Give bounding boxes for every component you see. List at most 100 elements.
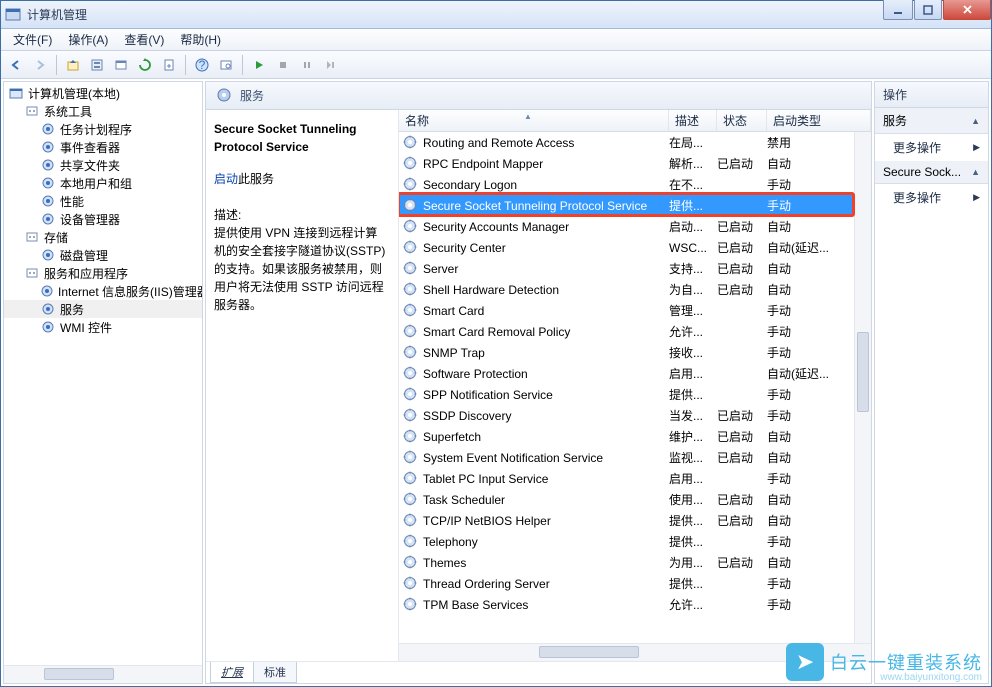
service-row[interactable]: Server支持...已启动自动: [399, 258, 871, 279]
action-more-1[interactable]: 更多操作 ▶: [875, 134, 988, 161]
service-row[interactable]: SPP Notification Service提供...手动: [399, 384, 871, 405]
service-row[interactable]: Security CenterWSC...已启动自动(延迟...: [399, 237, 871, 258]
tree-item[interactable]: 磁盘管理: [4, 246, 202, 264]
tree-item[interactable]: 任务计划程序: [4, 120, 202, 138]
desc-text: 提供使用 VPN 连接到远程计算机的安全套接字隧道协议(SSTP)的支持。如果该…: [214, 224, 388, 314]
service-row[interactable]: Routing and Remote Access在局...禁用: [399, 132, 871, 153]
titlebar[interactable]: 计算机管理: [1, 1, 991, 29]
tree-item[interactable]: 本地用户和组: [4, 174, 202, 192]
tree[interactable]: 计算机管理(本地)系统工具任务计划程序事件查看器共享文件夹本地用户和组性能设备管…: [4, 82, 202, 665]
service-name: Smart Card: [423, 304, 669, 318]
service-row[interactable]: Secure Socket Tunneling Protocol Service…: [399, 195, 871, 216]
menu-help[interactable]: 帮助(H): [172, 28, 229, 51]
col-desc[interactable]: 描述: [669, 110, 717, 131]
close-button[interactable]: [943, 0, 991, 20]
service-status: 已启动: [717, 449, 767, 466]
properties-button[interactable]: [86, 54, 108, 76]
start-link[interactable]: 启动: [214, 172, 238, 186]
console-button[interactable]: [110, 54, 132, 76]
tree-item[interactable]: WMI 控件: [4, 318, 202, 336]
service-name: Routing and Remote Access: [423, 136, 669, 150]
tree-item[interactable]: 设备管理器: [4, 210, 202, 228]
find-button[interactable]: [215, 54, 237, 76]
service-desc: 提供...: [669, 533, 717, 550]
menu-view[interactable]: 查看(V): [116, 28, 172, 51]
service-row[interactable]: Themes为用...已启动自动: [399, 552, 871, 573]
tree-icon: [24, 103, 40, 119]
forward-button[interactable]: [29, 54, 51, 76]
restart-service-button[interactable]: [320, 54, 342, 76]
service-name: Shell Hardware Detection: [423, 283, 669, 297]
action-more-2[interactable]: 更多操作 ▶: [875, 184, 988, 211]
service-row[interactable]: RPC Endpoint Mapper解析...已启动自动: [399, 153, 871, 174]
tree-group[interactable]: 存储: [4, 228, 202, 246]
tree-item[interactable]: Internet 信息服务(IIS)管理器: [4, 282, 202, 300]
maximize-button[interactable]: [914, 0, 942, 20]
service-desc: WSC...: [669, 241, 717, 255]
service-row[interactable]: Thread Ordering Server提供...手动: [399, 573, 871, 594]
service-row[interactable]: Secondary Logon在不...手动: [399, 174, 871, 195]
service-row[interactable]: TPM Base Services允许...手动: [399, 594, 871, 615]
help-button[interactable]: ?: [191, 54, 213, 76]
actions-section-selected[interactable]: Secure Sock... ▲: [875, 161, 988, 184]
list-header[interactable]: 名称 ▲ 描述 状态 启动类型: [399, 110, 871, 132]
gear-icon: [403, 387, 419, 403]
start-service-button[interactable]: [248, 54, 270, 76]
left-scrollbar-h[interactable]: [4, 665, 202, 683]
service-row[interactable]: Telephony提供...手动: [399, 531, 871, 552]
menu-action[interactable]: 操作(A): [60, 28, 116, 51]
service-row[interactable]: TCP/IP NetBIOS Helper提供...已启动自动: [399, 510, 871, 531]
list-body[interactable]: Routing and Remote Access在局...禁用RPC Endp…: [399, 132, 871, 643]
tab-extended[interactable]: 扩展: [210, 662, 254, 683]
service-desc: 启用...: [669, 470, 717, 487]
service-row[interactable]: Shell Hardware Detection为自...已启动自动: [399, 279, 871, 300]
service-row[interactable]: SSDP Discovery当发...已启动手动: [399, 405, 871, 426]
tree-root[interactable]: 计算机管理(本地): [4, 84, 202, 102]
service-row[interactable]: Smart Card管理...手动: [399, 300, 871, 321]
tree-item[interactable]: 共享文件夹: [4, 156, 202, 174]
gear-icon: [403, 135, 419, 151]
col-status[interactable]: 状态: [717, 110, 767, 131]
service-name: Smart Card Removal Policy: [423, 325, 669, 339]
list-scrollbar-v[interactable]: [854, 132, 871, 643]
tree-icon: [40, 121, 56, 137]
refresh-button[interactable]: [134, 54, 156, 76]
service-name: TCP/IP NetBIOS Helper: [423, 514, 669, 528]
pause-service-button[interactable]: [296, 54, 318, 76]
stop-service-button[interactable]: [272, 54, 294, 76]
service-row[interactable]: Tablet PC Input Service启用...手动: [399, 468, 871, 489]
service-row[interactable]: Task Scheduler使用...已启动自动: [399, 489, 871, 510]
service-row[interactable]: Smart Card Removal Policy允许...手动: [399, 321, 871, 342]
tree-item[interactable]: 性能: [4, 192, 202, 210]
service-row[interactable]: System Event Notification Service监视...已启…: [399, 447, 871, 468]
tree-group[interactable]: 系统工具: [4, 102, 202, 120]
tree-group[interactable]: 服务和应用程序: [4, 264, 202, 282]
up-button[interactable]: [62, 54, 84, 76]
minimize-button[interactable]: [883, 0, 913, 20]
service-row[interactable]: Superfetch维护...已启动自动: [399, 426, 871, 447]
service-desc: 在不...: [669, 176, 717, 193]
service-row[interactable]: Software Protection启用...自动(延迟...: [399, 363, 871, 384]
gear-icon: [403, 408, 419, 424]
service-status: 已启动: [717, 260, 767, 277]
tree-icon: [40, 175, 56, 191]
service-name: Task Scheduler: [423, 493, 669, 507]
export-button[interactable]: [158, 54, 180, 76]
services-header-label: 服务: [240, 87, 264, 104]
col-startup[interactable]: 启动类型: [767, 110, 871, 131]
actions-section-services[interactable]: 服务 ▲: [875, 108, 988, 134]
gear-icon: [403, 429, 419, 445]
tree-item[interactable]: 事件查看器: [4, 138, 202, 156]
tree-item[interactable]: 服务: [4, 300, 202, 318]
service-name: TPM Base Services: [423, 598, 669, 612]
service-name: System Event Notification Service: [423, 451, 669, 465]
menu-file[interactable]: 文件(F): [5, 28, 60, 51]
tab-standard[interactable]: 标准: [253, 662, 297, 683]
service-row[interactable]: Security Accounts Manager启动...已启动自动: [399, 216, 871, 237]
service-desc: 启用...: [669, 365, 717, 382]
back-button[interactable]: [5, 54, 27, 76]
col-name[interactable]: 名称: [399, 110, 669, 131]
gear-icon: [403, 597, 419, 613]
service-row[interactable]: SNMP Trap接收...手动: [399, 342, 871, 363]
service-status: 已启动: [717, 281, 767, 298]
